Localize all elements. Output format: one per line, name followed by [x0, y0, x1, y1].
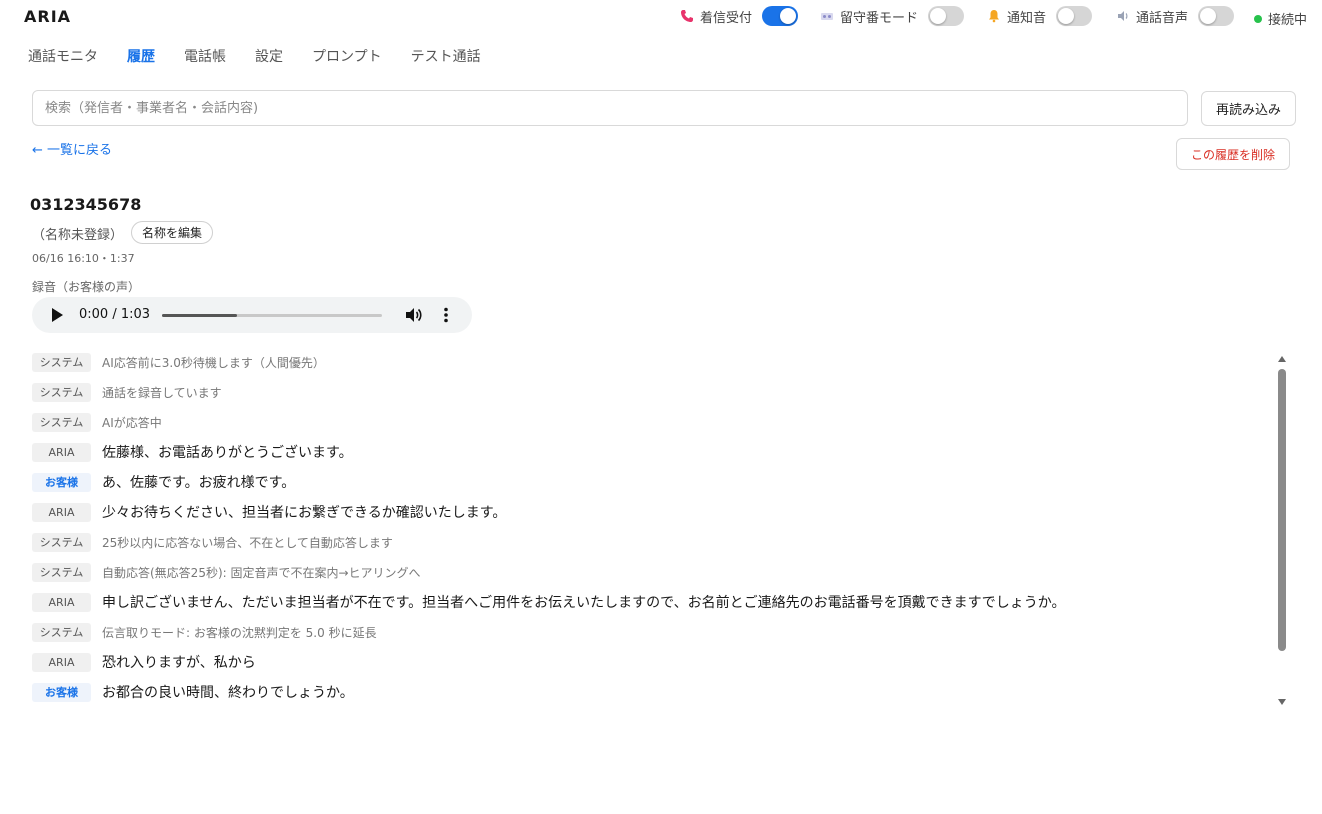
- call-audio-toggle[interactable]: [1198, 6, 1235, 26]
- top-bar: ARIA 着信受付 留守番モード 通知音 通話音声 接続中: [0, 0, 1322, 34]
- message-text: 恐れ入りますが、私から: [102, 655, 256, 671]
- tab-call-monitor[interactable]: 通話モニタ: [28, 46, 98, 72]
- call-audio-status: 通話音声: [1116, 6, 1235, 26]
- speaker-badge: ARIA: [32, 442, 91, 462]
- message-text: 25秒以内に応答ない場合、不在として自動応答します: [102, 535, 393, 550]
- transcript-row: システム 自動応答(無応答25秒): 固定音声で不在案内→ヒアリングへ: [32, 562, 1277, 582]
- scrollbar-thumb[interactable]: [1278, 369, 1286, 651]
- toggle-knob: [930, 8, 947, 24]
- caller-name: （名称未登録）: [32, 228, 124, 243]
- transcript-row: ARIA 恐れ入りますが、私から: [32, 652, 1277, 672]
- play-icon[interactable]: [52, 308, 63, 322]
- bell-icon: [987, 9, 1001, 23]
- message-text: 伝言取りモード: お客様の沈黙判定を 5.0 秒に延長: [102, 625, 377, 640]
- transcript-row: システム AIが応答中: [32, 412, 1277, 432]
- transcript-row: ARIA 佐藤様、お電話ありがとうございます。: [32, 442, 1277, 462]
- transcript-row: お客様 お都合の良い時間、終わりでしょうか。: [32, 682, 1277, 702]
- notification-sound-label: 通知音: [1007, 10, 1047, 26]
- toggle-knob: [1058, 8, 1075, 24]
- speaker-badge: システム: [32, 412, 91, 432]
- transcript-scrollbar[interactable]: [1277, 354, 1287, 710]
- speaker-icon: [1116, 9, 1130, 23]
- scroll-down-arrow-icon[interactable]: [1278, 699, 1286, 705]
- message-text: 申し訳ございません、ただいま担当者が不在です。担当者へご用件をお伝えいたしますの…: [102, 595, 1066, 611]
- message-text: AI応答前に3.0秒待機します（人間優先）: [102, 355, 325, 370]
- caller-number: 0312345678: [30, 195, 142, 214]
- voicemail-status: 留守番モード: [820, 6, 965, 26]
- transcript-row: システム 通話を録音しています: [32, 382, 1277, 402]
- message-text: 佐藤様、お電話ありがとうございます。: [102, 445, 353, 461]
- speaker-badge: ARIA: [32, 652, 91, 672]
- speaker-badge: お客様: [32, 472, 91, 492]
- toggle-knob: [780, 8, 797, 24]
- scroll-up-arrow-icon[interactable]: [1278, 356, 1286, 362]
- seek-bar[interactable]: [162, 314, 382, 317]
- speaker-badge: ARIA: [32, 502, 91, 522]
- speaker-badge: システム: [32, 532, 91, 552]
- tab-settings[interactable]: 設定: [255, 46, 283, 72]
- seek-progress: [162, 314, 237, 317]
- transcript-row: システム 25秒以内に応答ない場合、不在として自動応答します: [32, 532, 1277, 552]
- volume-icon[interactable]: [404, 306, 424, 324]
- transcript-row: ARIA 少々お待ちください、担当者にお繋ぎできるか確認いたします。: [32, 502, 1277, 522]
- delete-history-button[interactable]: この履歴を削除: [1176, 138, 1290, 170]
- message-text: 通話を録音しています: [102, 385, 222, 400]
- tab-history[interactable]: 履歴: [127, 46, 155, 72]
- phone-icon: [680, 9, 694, 23]
- speaker-badge: システム: [32, 622, 91, 642]
- call-audio-label: 通話音声: [1136, 10, 1189, 26]
- connection-status: 接続中: [1254, 9, 1307, 28]
- reload-button[interactable]: 再読み込み: [1201, 91, 1296, 126]
- voicemail-toggle[interactable]: [928, 6, 965, 26]
- transcript-row: システム 伝言取りモード: お客様の沈黙判定を 5.0 秒に延長: [32, 622, 1277, 642]
- message-text: お都合の良い時間、終わりでしょうか。: [102, 685, 354, 701]
- notification-sound-status: 通知音: [987, 6, 1093, 26]
- voicemail-icon: [820, 9, 834, 23]
- message-text: 自動応答(無応答25秒): 固定音声で不在案内→ヒアリングへ: [102, 565, 421, 580]
- back-to-list-link[interactable]: ← 一覧に戻る: [32, 139, 112, 158]
- connection-label: 接続中: [1268, 13, 1308, 28]
- speaker-badge: お客様: [32, 682, 91, 702]
- voicemail-label: 留守番モード: [840, 10, 919, 26]
- app-title: ARIA: [24, 7, 72, 26]
- edit-name-button[interactable]: 名称を編集: [131, 221, 213, 244]
- incoming-calls-label: 着信受付: [700, 10, 753, 26]
- message-text: 少々お待ちください、担当者にお繋ぎできるか確認いたします。: [102, 505, 507, 521]
- main-tabs: 通話モニタ 履歴 電話帳 設定 プロンプト テスト通話: [28, 46, 510, 72]
- incoming-calls-toggle[interactable]: [762, 6, 799, 26]
- speaker-badge: ARIA: [32, 592, 91, 612]
- more-options-icon[interactable]: [440, 306, 452, 324]
- notification-sound-toggle[interactable]: [1056, 6, 1093, 26]
- speaker-badge: システム: [32, 352, 91, 372]
- message-text: あ、佐藤です。お疲れ様です。: [102, 475, 296, 491]
- audio-player: 0:00 / 1:03: [32, 297, 472, 333]
- tab-prompt[interactable]: プロンプト: [312, 46, 382, 72]
- speaker-badge: システム: [32, 562, 91, 582]
- toggle-knob: [1200, 8, 1217, 24]
- tab-test-call[interactable]: テスト通話: [411, 46, 481, 72]
- call-datetime-duration: 06/16 16:10・1:37: [32, 252, 135, 265]
- search-input[interactable]: [32, 90, 1188, 126]
- transcript-list: システム AI応答前に3.0秒待機します（人間優先） システム 通話を録音していますシ…: [32, 352, 1277, 710]
- recording-label: 録音（お客様の声）: [32, 280, 141, 294]
- transcript-row: システム AI応答前に3.0秒待機します（人間優先）: [32, 352, 1277, 372]
- player-time: 0:00 / 1:03: [79, 307, 151, 322]
- tab-phonebook[interactable]: 電話帳: [184, 46, 226, 72]
- connection-dot: [1254, 14, 1262, 23]
- speaker-badge: システム: [32, 382, 91, 402]
- message-text: AIが応答中: [102, 415, 162, 430]
- transcript-row: お客様 あ、佐藤です。お疲れ様です。: [32, 472, 1277, 492]
- transcript-row: ARIA 申し訳ございません、ただいま担当者が不在です。担当者へご用件をお伝えいた…: [32, 592, 1277, 612]
- incoming-calls-status: 着信受付: [680, 6, 799, 26]
